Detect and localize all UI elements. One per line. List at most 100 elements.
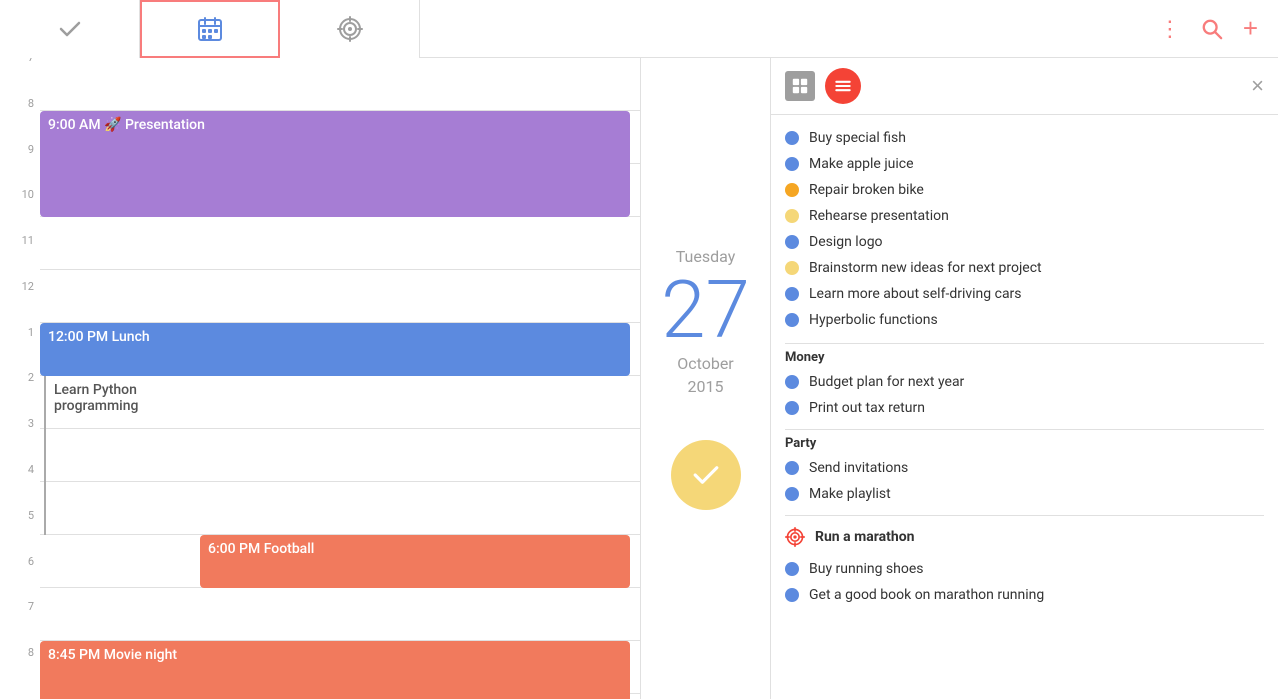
search-button[interactable]: [1201, 18, 1223, 40]
event-lunch[interactable]: 12:00 PM Lunch: [40, 323, 630, 376]
list-item[interactable]: Budget plan for next year: [785, 369, 1264, 395]
list-item[interactable]: Make playlist: [785, 481, 1264, 507]
todo-item-text: Print out tax return: [809, 400, 925, 416]
todo-list: Buy special fish Make apple juice Repair…: [771, 115, 1278, 699]
list-item[interactable]: Repair broken bike: [785, 177, 1264, 203]
toolbar-left: [0, 0, 1159, 58]
time-slot-4: 4: [0, 470, 40, 516]
list-item[interactable]: Make apple juice: [785, 151, 1264, 177]
todo-item-text: Learn more about self-driving cars: [809, 286, 1022, 302]
event-football[interactable]: 6:00 PM Football: [200, 535, 630, 588]
todo-dot: [785, 261, 799, 275]
date-section: Tuesday 27 October 2015: [640, 58, 770, 699]
todo-dot: [785, 183, 799, 197]
time-slot-12: 12: [0, 287, 40, 333]
check-button[interactable]: [0, 0, 140, 58]
time-slot-3: 3: [0, 424, 40, 470]
list-item[interactable]: Learn more about self-driving cars: [785, 281, 1264, 307]
event-movie[interactable]: 8:45 PM Movie night: [40, 641, 630, 699]
todo-dot: [785, 157, 799, 171]
goal-item[interactable]: Run a marathon: [785, 522, 1264, 552]
date-month: October: [677, 354, 733, 373]
time-column: 7 8 9 10 11 12 1 2 3 4 5 6 7 8: [0, 58, 40, 699]
goal-marathon: Run a marathon Buy running shoes Get a g…: [771, 509, 1278, 610]
event-presentation[interactable]: 9:00 AM 🚀 Presentation: [40, 111, 630, 217]
todo-dot: [785, 401, 799, 415]
category-party: Party Send invitations Make playlist: [771, 423, 1278, 509]
time-slot-1: 1: [0, 333, 40, 379]
time-slot-6pm: 6: [0, 562, 40, 608]
todo-item-text: Hyperbolic functions: [809, 312, 938, 328]
todo-item-text: Rehearse presentation: [809, 208, 949, 224]
todo-grid-icon: [785, 71, 815, 101]
todo-panel: × Buy special fish Make apple juice Repa…: [771, 58, 1278, 699]
event-lunch-label: 12:00 PM Lunch: [48, 329, 150, 345]
category-money-label: Money: [785, 343, 1264, 369]
time-slot-8pm: 8: [0, 653, 40, 699]
events-overlay: 9:00 AM 🚀 Presentation 12:00 PM Lunch Le…: [40, 58, 640, 699]
todo-dot: [785, 487, 799, 501]
todo-dot: [785, 461, 799, 475]
todo-item-text: Get a good book on marathon running: [809, 587, 1044, 603]
todo-dot: [785, 588, 799, 602]
time-slot-7pm: 7: [0, 607, 40, 653]
add-button[interactable]: +: [1243, 13, 1258, 44]
list-item[interactable]: Get a good book on marathon running: [785, 582, 1264, 608]
list-item[interactable]: Buy running shoes: [785, 556, 1264, 582]
todo-item-text: Repair broken bike: [809, 182, 924, 198]
event-python-label: Learn Pythonprogramming: [54, 382, 138, 414]
todo-item-text: Buy running shoes: [809, 561, 924, 577]
date-year: 2015: [688, 377, 724, 396]
event-football-label: 6:00 PM Football: [208, 541, 314, 557]
category-divider: Run a marathon: [785, 515, 1264, 556]
todo-header: ×: [771, 58, 1278, 115]
todo-dot: [785, 235, 799, 249]
target-button[interactable]: [280, 0, 420, 58]
calendar-button[interactable]: [140, 0, 280, 58]
list-item[interactable]: Buy special fish: [785, 125, 1264, 151]
time-slot-8: 8: [0, 104, 40, 150]
todo-dot: [785, 131, 799, 145]
goal-target-icon: [785, 527, 805, 547]
list-item[interactable]: Send invitations: [785, 455, 1264, 481]
main-content: 7 8 9 10 11 12 1 2 3 4 5 6 7 8: [0, 58, 1278, 699]
todo-close-button[interactable]: ×: [1251, 73, 1264, 99]
category-money: Money Budget plan for next year Print ou…: [771, 337, 1278, 423]
todo-item-text: Make apple juice: [809, 156, 914, 172]
todo-menu-icon[interactable]: [825, 68, 861, 104]
todo-item-text: Make playlist: [809, 486, 891, 502]
todo-dot: [785, 562, 799, 576]
date-checkmark[interactable]: [671, 440, 741, 510]
todo-dot: [785, 313, 799, 327]
more-button[interactable]: ⋮: [1159, 16, 1181, 42]
date-number: 27: [661, 270, 750, 350]
todo-dot: [785, 287, 799, 301]
todo-item-text: Budget plan for next year: [809, 374, 964, 390]
list-item[interactable]: Design logo: [785, 229, 1264, 255]
list-item[interactable]: Rehearse presentation: [785, 203, 1264, 229]
todo-item-text: Send invitations: [809, 460, 908, 476]
todo-item-text: Buy special fish: [809, 130, 906, 146]
time-slot-7: 7: [0, 58, 40, 104]
category-party-label: Party: [785, 429, 1264, 455]
todo-item-text: Brainstorm new ideas for next project: [809, 260, 1042, 276]
time-slot-5: 5: [0, 516, 40, 562]
todo-dot: [785, 209, 799, 223]
list-item[interactable]: Brainstorm new ideas for next project: [785, 255, 1264, 281]
time-slot-11: 11: [0, 241, 40, 287]
calendar-section: 7 8 9 10 11 12 1 2 3 4 5 6 7 8: [0, 58, 770, 699]
uncategorized-section: Buy special fish Make apple juice Repair…: [771, 121, 1278, 337]
goal-label: Run a marathon: [815, 529, 914, 545]
time-slot-2: 2: [0, 378, 40, 424]
list-item[interactable]: Hyperbolic functions: [785, 307, 1264, 333]
time-slot-9: 9: [0, 150, 40, 196]
todo-dot: [785, 375, 799, 389]
event-movie-label: 8:45 PM Movie night: [48, 647, 177, 663]
toolbar-right: ⋮ +: [1159, 13, 1278, 44]
events-grid: 9:00 AM 🚀 Presentation 12:00 PM Lunch Le…: [40, 58, 640, 699]
event-presentation-label: 9:00 AM 🚀 Presentation: [48, 117, 205, 133]
event-python[interactable]: Learn Pythonprogramming: [44, 376, 630, 535]
list-item[interactable]: Print out tax return: [785, 395, 1264, 421]
todo-item-text: Design logo: [809, 234, 883, 250]
toolbar: ⋮ +: [0, 0, 1278, 58]
